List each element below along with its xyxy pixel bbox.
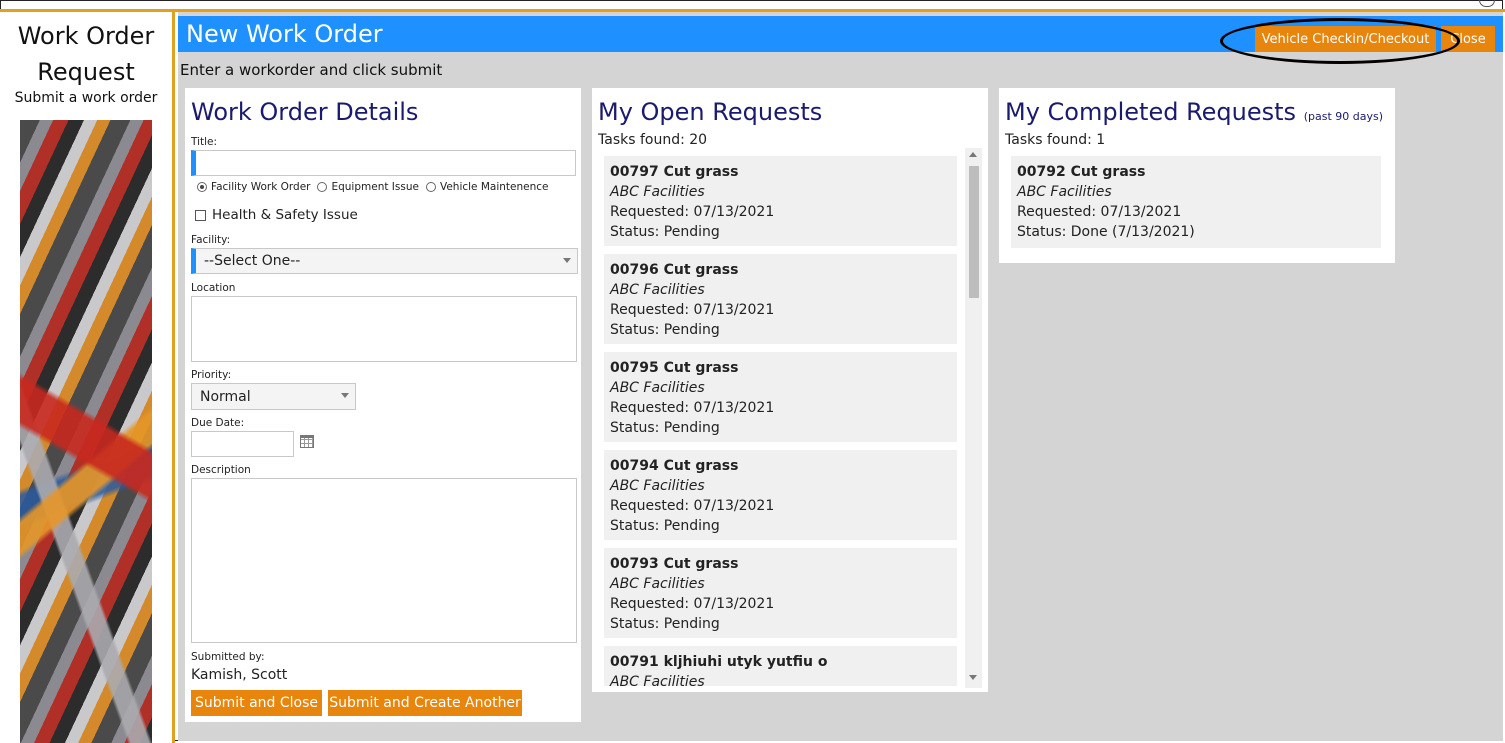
radio-button[interactable] bbox=[197, 182, 207, 192]
radio-button[interactable] bbox=[317, 182, 328, 192]
radio-button[interactable] bbox=[425, 182, 436, 192]
request-date: Requested: 07/13/2021 bbox=[1017, 204, 1182, 220]
radio-label: Facility Work Order bbox=[211, 181, 311, 193]
request-facility: ABC Facilities bbox=[610, 380, 705, 396]
request-facility: ABC Facilities bbox=[610, 478, 705, 494]
request-title: 00796 Cut grass bbox=[610, 262, 739, 278]
completed-tasks-count: Tasks found: 1 bbox=[1005, 132, 1106, 148]
priority-label: Priority: bbox=[191, 369, 232, 381]
scroll-up-icon[interactable] bbox=[969, 152, 977, 157]
submitted-by-value: Kamish, Scott bbox=[191, 667, 288, 683]
sidebar-title-line2: Request bbox=[37, 58, 135, 86]
sidebar: Work Order Request Submit a work order bbox=[0, 12, 175, 743]
request-title: 00794 Cut grass bbox=[610, 458, 739, 474]
request-date: Requested: 07/13/2021 bbox=[610, 498, 775, 514]
title-label: Title: bbox=[191, 136, 218, 148]
request-status: Status: Pending bbox=[610, 322, 720, 338]
list-item[interactable]: 00797 Cut grass ABC Facilities Requested… bbox=[604, 156, 957, 246]
request-facility: ABC Facilities bbox=[1017, 184, 1112, 200]
request-date: Requested: 07/13/2021 bbox=[610, 400, 775, 416]
open-requests-title: My Open Requests bbox=[598, 98, 823, 126]
page-title: New Work Order bbox=[186, 20, 383, 48]
list-item[interactable]: 00796 Cut grass ABC Facilities Requested… bbox=[604, 254, 957, 344]
instruction-text: Enter a workorder and click submit bbox=[180, 61, 443, 79]
work-order-details-panel: Work Order Details Title: Facility Work … bbox=[185, 88, 581, 722]
completed-title-text: My Completed Requests bbox=[1005, 98, 1297, 126]
list-item[interactable]: 00792 Cut grass ABC Facilities Requested… bbox=[1011, 156, 1381, 248]
description-label: Description bbox=[191, 464, 251, 476]
due-date-input[interactable] bbox=[191, 431, 294, 457]
location-textarea[interactable] bbox=[191, 296, 577, 362]
open-tasks-count: Tasks found: 20 bbox=[598, 132, 708, 148]
request-status: Status: Pending bbox=[610, 518, 720, 534]
health-safety-label: Health & Safety Issue bbox=[212, 207, 358, 223]
radio-label: Vehicle Maintenence bbox=[439, 181, 549, 193]
vehicle-checkin-checkout-button[interactable]: Vehicle Checkin/Checkout bbox=[1255, 26, 1436, 52]
title-input[interactable] bbox=[191, 150, 576, 176]
location-label: Location bbox=[191, 282, 236, 294]
request-date: Requested: 07/13/2021 bbox=[610, 596, 775, 612]
tools-image bbox=[20, 120, 152, 743]
request-status: Status: Pending bbox=[610, 224, 720, 240]
request-facility: ABC Facilities bbox=[610, 282, 705, 298]
list-item[interactable]: 00795 Cut grass ABC Facilities Requested… bbox=[604, 352, 957, 442]
facility-label: Facility: bbox=[191, 234, 231, 246]
priority-select-value: Normal bbox=[200, 388, 251, 405]
radio-equipment-issue[interactable]: Equipment Issue bbox=[317, 181, 419, 193]
details-title: Work Order Details bbox=[191, 98, 419, 126]
close-button[interactable]: Close bbox=[1441, 26, 1495, 52]
request-title: 00793 Cut grass bbox=[610, 556, 739, 572]
request-facility: ABC Facilities bbox=[610, 184, 705, 200]
open-requests-list: 00797 Cut grass ABC Facilities Requested… bbox=[604, 156, 957, 686]
request-date: Requested: 07/13/2021 bbox=[610, 302, 775, 318]
list-item[interactable]: 00791 kljhiuhi utyk yutfiu o ABC Facilit… bbox=[604, 646, 957, 686]
request-facility: ABC Facilities bbox=[610, 576, 705, 592]
request-title: 00791 kljhiuhi utyk yutfiu o bbox=[610, 654, 828, 670]
due-date-label: Due Date: bbox=[191, 417, 245, 429]
list-item[interactable]: 00794 Cut grass ABC Facilities Requested… bbox=[604, 450, 957, 540]
request-status: Status: Pending bbox=[610, 420, 720, 436]
completed-requests-panel: My Completed Requests (past 90 days) Tas… bbox=[999, 88, 1395, 263]
request-title: 00792 Cut grass bbox=[1017, 164, 1146, 180]
radio-vehicle-maintenence[interactable]: Vehicle Maintenence bbox=[425, 181, 549, 193]
completed-requests-title: My Completed Requests (past 90 days) bbox=[1005, 98, 1383, 126]
priority-select[interactable]: Normal bbox=[191, 383, 356, 410]
submitted-by-label: Submitted by: bbox=[191, 651, 265, 663]
description-textarea[interactable] bbox=[191, 478, 577, 643]
request-status: Status: Pending bbox=[610, 616, 720, 632]
main-area: New Work Order Vehicle Checkin/Checkout … bbox=[178, 12, 1503, 741]
scrollbar-thumb[interactable] bbox=[969, 166, 979, 298]
health-safety-checkbox[interactable] bbox=[195, 209, 206, 221]
facility-select[interactable]: --Select One-- bbox=[191, 248, 578, 274]
request-date: Requested: 07/13/2021 bbox=[610, 204, 775, 220]
sidebar-title-line1: Work Order bbox=[17, 22, 155, 50]
submit-and-create-another-button[interactable]: Submit and Create Another bbox=[328, 690, 522, 716]
radio-label: Equipment Issue bbox=[331, 181, 419, 193]
list-item[interactable]: 00793 Cut grass ABC Facilities Requested… bbox=[604, 548, 957, 638]
completed-title-note: (past 90 days) bbox=[1303, 110, 1384, 123]
request-title: 00795 Cut grass bbox=[610, 360, 739, 376]
open-requests-scrollbar[interactable] bbox=[965, 148, 982, 688]
health-safety-checkbox-row[interactable]: Health & Safety Issue bbox=[195, 207, 358, 223]
request-title: 00797 Cut grass bbox=[610, 164, 739, 180]
type-radio-group: Facility Work Order Equipment Issue Vehi… bbox=[197, 181, 556, 193]
sidebar-title: Work Order Request bbox=[0, 18, 172, 90]
header-bar: New Work Order Vehicle Checkin/Checkout … bbox=[178, 16, 1503, 64]
chevron-down-icon bbox=[341, 393, 349, 398]
chevron-down-icon bbox=[563, 258, 571, 263]
radio-facility-work-order[interactable]: Facility Work Order bbox=[197, 181, 310, 193]
request-facility: ABC Facilities bbox=[610, 674, 705, 686]
submit-and-close-button[interactable]: Submit and Close bbox=[191, 690, 322, 716]
request-status: Status: Done (7/13/2021) bbox=[1017, 224, 1195, 240]
calendar-icon[interactable] bbox=[300, 435, 314, 448]
sidebar-subtitle: Submit a work order bbox=[14, 90, 158, 106]
facility-select-value: --Select One-- bbox=[204, 253, 301, 269]
scroll-down-icon[interactable] bbox=[969, 675, 977, 680]
open-requests-panel: My Open Requests Tasks found: 20 00797 C… bbox=[592, 88, 988, 692]
